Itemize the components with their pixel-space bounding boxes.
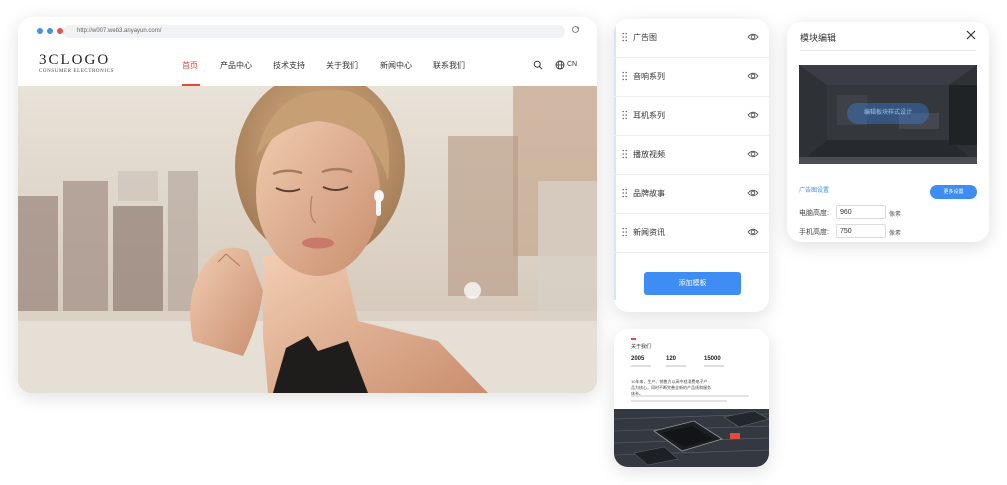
mobile-height-input[interactable] [836,224,886,238]
mobile-preview-card: 关于我们 2005 120 15000 10年来，生产、销售方以高中档消费电子产… [614,329,769,467]
text-line-placeholder [631,400,727,402]
module-label: 耳机系列 [633,111,665,120]
drag-handle-icon[interactable] [622,188,628,198]
module-row-headphones[interactable]: 耳机系列 [614,97,769,136]
section-label: 广告图设置 [799,188,830,194]
module-row-ad-banner[interactable]: 广告图 [614,19,769,58]
drag-handle-icon[interactable] [622,227,628,237]
text-line-placeholder [631,395,749,397]
nav-item-products[interactable]: 产品中心 [220,60,252,71]
close-icon[interactable] [966,30,976,40]
module-label: 品牌故事 [633,189,665,198]
eye-icon[interactable] [747,149,759,159]
module-row-news[interactable]: 新闻资讯 [614,214,769,253]
main-nav: 首页 产品中心 技术支持 关于我们 新闻中心 联系我们 [18,44,597,86]
module-list-panel: 广告图 音响系列 耳机系列 播放视频 品牌故事 新闻资讯 添加模板 [614,19,769,312]
mobile-height-label: 手机高度: [799,229,829,236]
edit-style-badge[interactable]: 编辑板块样式设计 [847,103,929,124]
reload-icon[interactable] [571,25,580,34]
eye-icon[interactable] [747,71,759,81]
drag-handle-icon[interactable] [622,71,628,81]
eye-icon[interactable] [747,110,759,120]
window-controls [37,28,63,34]
banner-thumbnail[interactable]: 编辑板块样式设计 [799,65,977,164]
carousel-indicator[interactable] [464,282,481,299]
preview-section-title: 关于我们 [631,344,652,350]
preview-stat: 2005 [631,356,645,362]
eye-icon[interactable] [747,32,759,42]
nav-item-about[interactable]: 关于我们 [326,60,358,71]
mobile-height-unit: 像素 [889,231,902,237]
module-label: 音响系列 [633,72,665,81]
desktop-height-input[interactable] [836,205,886,219]
preview-stat: 120 [666,356,677,362]
hero-banner [18,86,597,393]
eye-icon[interactable] [747,188,759,198]
more-settings-button[interactable]: 更多设置 [930,185,977,199]
chip-photo [614,409,769,467]
module-label: 新闻资讯 [633,228,665,237]
website-preview-window: http://w007.web3.anyayun.com/ 3CLOGO CON… [18,17,597,393]
window-dot-1[interactable] [37,28,43,34]
module-row-speakers[interactable]: 音响系列 [614,58,769,97]
drag-handle-icon[interactable] [622,110,628,120]
stat-caption-placeholder [631,365,651,367]
module-editor-panel: 模块编辑 编辑板块样式设计 广告图设置 更多设置 电脑高度: 像素 手机高度: … [787,22,989,242]
module-row-video[interactable]: 播放视频 [614,136,769,175]
eye-icon[interactable] [747,227,759,237]
editor-title: 模块编辑 [800,33,837,43]
nav-item-contact[interactable]: 联系我们 [433,60,465,71]
search-icon[interactable] [533,60,543,70]
drag-handle-icon[interactable] [622,32,628,42]
divider [800,50,976,51]
module-label: 广告图 [633,33,657,42]
preview-stat: 15000 [704,356,721,362]
desktop-height-label: 电脑高度: [799,210,829,217]
section-accent-bar [631,338,636,340]
browser-chrome: http://w007.web3.anyayun.com/ [18,17,597,44]
desktop-height-unit: 像素 [889,212,902,218]
globe-icon[interactable] [555,60,565,70]
nav-item-news[interactable]: 新闻中心 [380,60,412,71]
module-label: 播放视频 [633,150,665,159]
module-row-brand-story[interactable]: 品牌故事 [614,175,769,214]
stat-caption-placeholder [666,365,686,367]
language-switch[interactable]: CN [567,61,577,68]
address-bar[interactable]: http://w007.web3.anyayun.com/ [63,25,565,38]
hero-photo [18,86,597,393]
add-template-button[interactable]: 添加模板 [644,272,741,295]
stat-caption-placeholder [704,365,724,367]
drag-handle-icon[interactable] [622,149,628,159]
site-header: 3CLOGO CONSUMER ELECTRONICS 首页 产品中心 技术支持… [18,44,597,86]
window-dot-2[interactable] [47,28,53,34]
nav-item-support[interactable]: 技术支持 [273,60,305,71]
nav-item-home[interactable]: 首页 [182,60,198,71]
